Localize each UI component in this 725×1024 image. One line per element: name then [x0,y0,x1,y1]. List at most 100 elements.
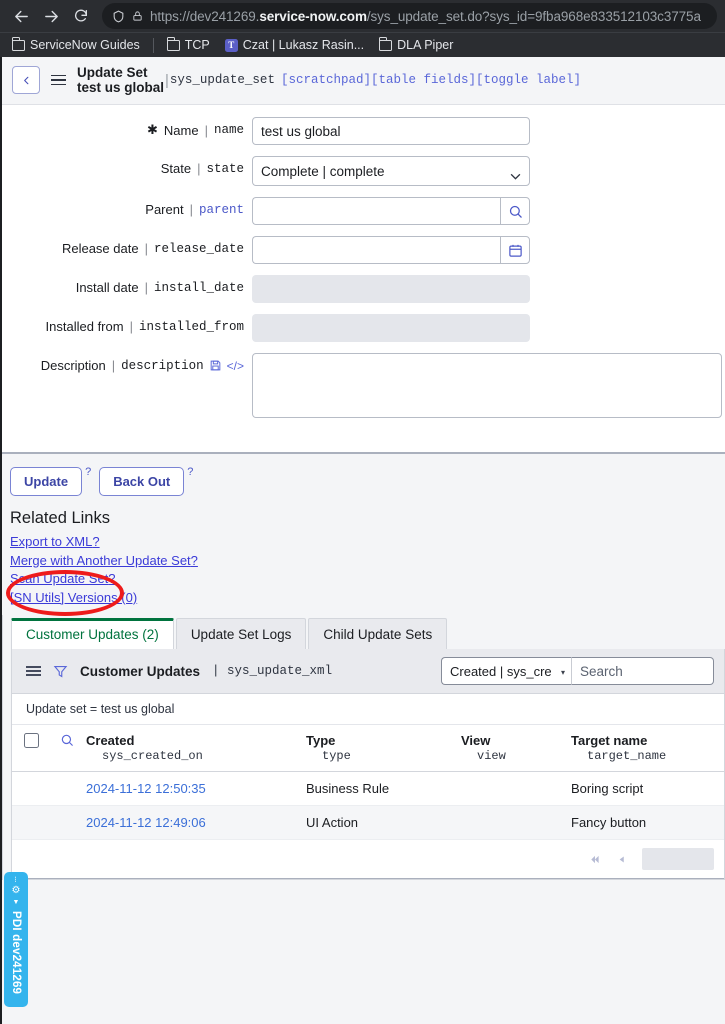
cell-view [455,806,565,840]
list-toolbar: Customer Updates | sys_update_xml Create… [12,649,724,694]
list-filter-breadcrumb[interactable]: Update set = test us global [12,694,724,725]
back-out-button[interactable]: Back Out [99,467,184,496]
link-label: [SN Utils] Versions (0) [10,590,137,605]
bookmark-label: Czat | Lukasz Rasin... [243,38,364,52]
link-help-icon: ? [191,553,198,568]
description-textarea[interactable] [252,353,722,418]
label-tech: installed_from [139,320,244,334]
list-context-menu-button[interactable] [26,666,41,676]
cell-created: 2024-11-12 12:50:35 [80,772,300,806]
release-date-input[interactable] [252,236,500,264]
name-input[interactable] [252,117,530,145]
field-row-install-date: Install date | install_date [2,275,725,303]
release-date-calendar-button[interactable] [500,236,530,264]
back-button[interactable] [8,3,34,29]
bookmark-czat-teams[interactable]: T Czat | Lukasz Rasin... [219,36,370,54]
field-control-name [252,117,530,145]
forward-button[interactable] [38,3,64,29]
label-tech-link[interactable]: parent [199,203,244,217]
record-link[interactable]: 2024-11-12 12:50:35 [86,781,206,796]
update-help-icon[interactable]: ? [85,467,91,478]
label-tech: release_date [154,242,244,256]
folder-icon [167,40,180,51]
cell-target-name: Boring script [565,772,724,806]
column-label: Target name [571,733,647,748]
field-control-state: Complete | complete [252,156,530,186]
tab-child-update-sets[interactable]: Child Update Sets [308,618,447,649]
field-row-installed-from: Installed from | installed_from [2,314,725,342]
search-icon[interactable] [60,733,74,747]
link-help-icon: ? [108,571,115,586]
caret-down-icon[interactable]: ▼ [13,899,20,906]
link-help-icon: ? [92,534,99,549]
related-link-scan-update-set[interactable]: Scan Update Set? [10,570,717,589]
form-buttons: Update ? Back Out ? [10,467,717,496]
update-button[interactable]: Update [10,467,82,496]
label-text: State [161,161,191,176]
form-context-menu-button[interactable] [50,73,67,88]
reload-button[interactable] [68,3,94,29]
label-text: Install date [76,280,139,295]
field-row-description: Description | description </> [2,353,725,423]
list-table-name: | sys_update_xml [212,664,332,678]
label-tech: description [121,359,204,373]
column-header-view[interactable]: View view [455,725,565,772]
column-label: Created [86,733,134,748]
bookmark-dla-piper[interactable]: DLA Piper [373,36,459,54]
label-pipe: | [205,123,208,138]
field-label-release-date: Release date | release_date [2,236,252,256]
browser-chrome: https://dev241269.service-now.com/sys_up… [0,0,725,57]
label-tech: state [206,162,244,176]
arrow-right-icon [43,8,60,25]
field-label-state: State | state [2,156,252,176]
back-out-help-icon[interactable]: ? [187,467,193,478]
search-field-wrap: Created | sys_creat ▾ [441,657,572,685]
select-all-header [12,725,54,772]
tab-update-set-logs[interactable]: Update Set Logs [176,618,307,649]
previous-page-button[interactable] [617,854,626,865]
row-icon-cell [54,772,80,806]
parent-lookup-button[interactable] [500,197,530,225]
save-icon[interactable] [209,359,222,372]
related-links-list: Export to XML? Merge with Another Update… [10,533,717,607]
calendar-icon [508,243,523,258]
pdi-sidebar-tab[interactable]: ⁝ ⚙ ▼ PDI dev241269 [4,872,28,1007]
related-links-heading: Related Links [10,509,717,528]
list-table-text: sys_update_xml [227,664,332,678]
bookmark-tcp[interactable]: TCP [161,36,216,54]
table-row[interactable]: 2024-11-12 12:49:06 UI Action Fancy butt… [12,806,724,840]
code-icon[interactable]: </> [227,359,244,373]
column-header-created[interactable]: Created sys_created_on [80,725,300,772]
column-header-target-name[interactable]: Target name target_name [565,725,724,772]
tab-customer-updates[interactable]: Customer Updates (2) [11,618,174,649]
address-bar[interactable]: https://dev241269.service-now.com/sys_up… [102,3,717,29]
form-toggle-links[interactable]: [scratchpad][table fields][toggle label] [281,73,581,87]
record-link[interactable]: 2024-11-12 12:49:06 [86,815,206,830]
label-text: Installed from [46,319,124,334]
table-row[interactable]: 2024-11-12 12:50:35 Business Rule Boring… [12,772,724,806]
search-field-select[interactable]: Created | sys_creat [441,657,572,685]
column-tech: view [461,749,559,763]
first-page-button[interactable] [588,854,601,865]
parent-input[interactable] [252,197,500,225]
select-all-checkbox[interactable] [24,733,39,748]
bookmarks-bar: ServiceNow Guides TCP T Czat | Lukasz Ra… [0,32,725,57]
search-input[interactable] [572,657,714,685]
label-pipe: | [190,202,193,217]
funnel-icon[interactable] [53,664,68,679]
column-header-type[interactable]: Type type [300,725,455,772]
bookmark-servicenow-guides[interactable]: ServiceNow Guides [6,36,146,54]
related-link-export-to-xml[interactable]: Export to XML? [10,533,717,552]
row-checkbox-cell [12,772,54,806]
cell-created: 2024-11-12 12:49:06 [80,806,300,840]
drag-dots-icon: ⁝ [14,877,18,883]
related-link-sn-utils-versions[interactable]: [SN Utils] Versions (0) [10,589,717,608]
form-back-button[interactable] [12,66,40,94]
record-form: ✱ Name | name State | state Complete | c… [2,105,725,454]
state-select[interactable]: Complete | complete [252,156,530,186]
teams-icon: T [225,39,238,52]
cell-view [455,772,565,806]
gear-icon[interactable]: ⚙ [12,886,21,896]
related-link-merge-with-another-update-set[interactable]: Merge with Another Update Set? [10,552,717,571]
customer-updates-panel: Customer Updates | sys_update_xml Create… [11,649,725,880]
